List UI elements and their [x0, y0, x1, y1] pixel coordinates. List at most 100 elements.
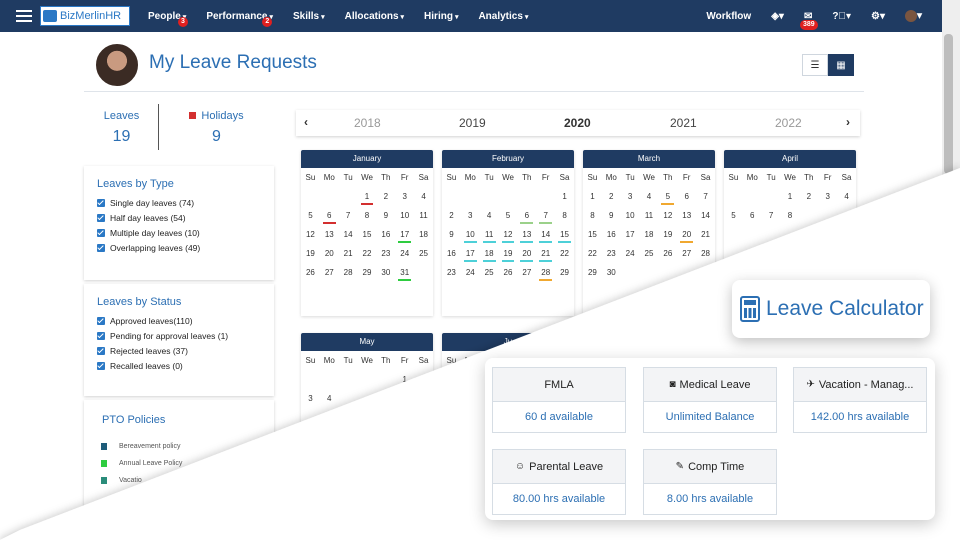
- year-2019[interactable]: 2019: [459, 116, 486, 130]
- calendar-day[interactable]: 20: [677, 225, 696, 244]
- filter-rejected[interactable]: Rejected leaves (37): [84, 344, 274, 359]
- workflow-link[interactable]: Workflow: [706, 11, 751, 22]
- calendar-day[interactable]: 7: [339, 206, 358, 225]
- calendar-day[interactable]: 18: [480, 244, 499, 263]
- checkbox-icon[interactable]: [97, 214, 105, 222]
- calendar-view-button[interactable]: ▦: [828, 54, 854, 76]
- checkbox-icon[interactable]: [97, 332, 105, 340]
- checkbox-icon[interactable]: [97, 317, 105, 325]
- filter-multiple-day[interactable]: Multiple day leaves (10): [84, 226, 274, 241]
- calendar-day[interactable]: 13: [517, 225, 536, 244]
- chevron-left-icon[interactable]: ‹: [304, 115, 308, 129]
- calendar-day[interactable]: 9: [376, 206, 395, 225]
- menu-allocations[interactable]: Allocations ▾: [345, 11, 404, 22]
- calendar-day[interactable]: 27: [320, 263, 339, 282]
- calendar-day[interactable]: 9: [442, 225, 461, 244]
- calendar-day[interactable]: 22: [555, 244, 574, 263]
- calendar-day[interactable]: 3: [461, 206, 480, 225]
- menu-analytics[interactable]: Analytics ▾: [478, 11, 528, 22]
- calendar-day[interactable]: 14: [339, 225, 358, 244]
- calendar-day[interactable]: 16: [602, 225, 621, 244]
- filter-pending[interactable]: Pending for approval leaves (1): [84, 329, 274, 344]
- calendar-day[interactable]: 11: [640, 206, 659, 225]
- calendar-day[interactable]: 15: [358, 225, 377, 244]
- calendar-day[interactable]: 8: [358, 206, 377, 225]
- calendar-day[interactable]: 24: [621, 244, 640, 263]
- calendar-day[interactable]: 23: [442, 263, 461, 282]
- calendar-day[interactable]: 24: [461, 263, 480, 282]
- tile-parental-leave[interactable]: ☺ Parental Leave 80.00 hrs available: [492, 449, 626, 515]
- calendar-day[interactable]: 2: [799, 187, 818, 206]
- checkbox-icon[interactable]: [97, 244, 105, 252]
- year-2021[interactable]: 2021: [670, 116, 697, 130]
- chevron-right-icon[interactable]: ›: [846, 115, 850, 129]
- menu-performance[interactable]: Performance ▾ 2: [206, 11, 273, 27]
- checkbox-icon[interactable]: [97, 229, 105, 237]
- calendar-day[interactable]: 3: [301, 389, 320, 408]
- calendar-day[interactable]: 1: [583, 187, 602, 206]
- filter-overlapping[interactable]: Overlapping leaves (49): [84, 241, 274, 256]
- calendar-day[interactable]: 3: [818, 187, 837, 206]
- mail-button[interactable]: ✉ 389: [799, 11, 818, 30]
- tile-medical-leave[interactable]: ◙ Medical Leave Unlimited Balance: [643, 367, 777, 433]
- calendar-day[interactable]: 26: [658, 244, 677, 263]
- calendar-day[interactable]: 25: [414, 244, 433, 263]
- calendar-day[interactable]: 16: [442, 244, 461, 263]
- calendar-day[interactable]: 4: [837, 187, 856, 206]
- tile-vacation[interactable]: ✈ Vacation - Manag... 142.00 hrs availabl…: [793, 367, 927, 433]
- calendar-day[interactable]: 3: [395, 187, 414, 206]
- calendar-day[interactable]: 15: [583, 225, 602, 244]
- calendar-day[interactable]: 29: [583, 263, 602, 282]
- calendar-day[interactable]: 2: [414, 370, 433, 389]
- calendar-day[interactable]: 1: [555, 187, 574, 206]
- calendar-day[interactable]: 28: [696, 244, 715, 263]
- calendar-day[interactable]: 1: [358, 187, 377, 206]
- calendar-day[interactable]: 21: [339, 244, 358, 263]
- calendar-day[interactable]: 20: [517, 244, 536, 263]
- user-menu[interactable]: ▾: [904, 10, 922, 22]
- calendar-day[interactable]: 5: [499, 206, 518, 225]
- calendar-day[interactable]: 30: [376, 263, 395, 282]
- calendar-day[interactable]: 4: [480, 206, 499, 225]
- calendar-day[interactable]: 5: [301, 206, 320, 225]
- calendar-day[interactable]: 19: [658, 225, 677, 244]
- calendar-day[interactable]: 4: [414, 187, 433, 206]
- calendar-day[interactable]: 28: [536, 263, 555, 282]
- calendar-day[interactable]: 6: [743, 206, 762, 225]
- calendar-day[interactable]: 8: [555, 206, 574, 225]
- year-2018[interactable]: 2018: [354, 116, 381, 130]
- help-menu[interactable]: ?⃝▾: [832, 11, 851, 22]
- filter-approved[interactable]: Approved leaves(110): [84, 314, 274, 329]
- tile-comp-time[interactable]: ✎ Comp Time 8.00 hrs available: [643, 449, 777, 515]
- calendar-day[interactable]: 23: [602, 244, 621, 263]
- calendar-day[interactable]: 7: [536, 206, 555, 225]
- calendar-day[interactable]: 1: [395, 370, 414, 389]
- settings-menu[interactable]: ⚙▾: [871, 11, 885, 22]
- calendar-day[interactable]: 28: [339, 263, 358, 282]
- menu-hiring[interactable]: Hiring ▾: [424, 11, 458, 22]
- calendar-day[interactable]: 22: [358, 244, 377, 263]
- menu-skills[interactable]: Skills ▾: [293, 11, 325, 22]
- leaves-count[interactable]: Leaves 19: [84, 110, 159, 146]
- calendar-day[interactable]: 22: [583, 244, 602, 263]
- calendar-day[interactable]: 29: [555, 263, 574, 282]
- filter-single-day[interactable]: Single day leaves (74): [84, 196, 274, 211]
- menu-people[interactable]: People▾3: [148, 11, 188, 27]
- calendar-day[interactable]: 6: [320, 206, 339, 225]
- calendar-day[interactable]: 6: [677, 187, 696, 206]
- filter-half-day[interactable]: Half day leaves (54): [84, 211, 274, 226]
- calendar-day[interactable]: 10: [395, 206, 414, 225]
- calendar-day[interactable]: 3: [621, 187, 640, 206]
- calendar-day[interactable]: 24: [395, 244, 414, 263]
- calendar-day[interactable]: 25: [640, 244, 659, 263]
- pto-item[interactable]: Annual Leave Policy: [84, 455, 274, 472]
- calendar-day[interactable]: 9: [602, 206, 621, 225]
- calendar-day[interactable]: 31: [395, 263, 414, 282]
- holidays-count[interactable]: Holidays 9: [179, 110, 254, 146]
- apps-menu[interactable]: ◈▾: [771, 11, 784, 22]
- calendar-day[interactable]: 2: [376, 187, 395, 206]
- year-2022[interactable]: 2022: [775, 116, 802, 130]
- calendar-day[interactable]: 26: [499, 263, 518, 282]
- calendar-day[interactable]: 1: [781, 187, 800, 206]
- calendar-day[interactable]: 6: [517, 206, 536, 225]
